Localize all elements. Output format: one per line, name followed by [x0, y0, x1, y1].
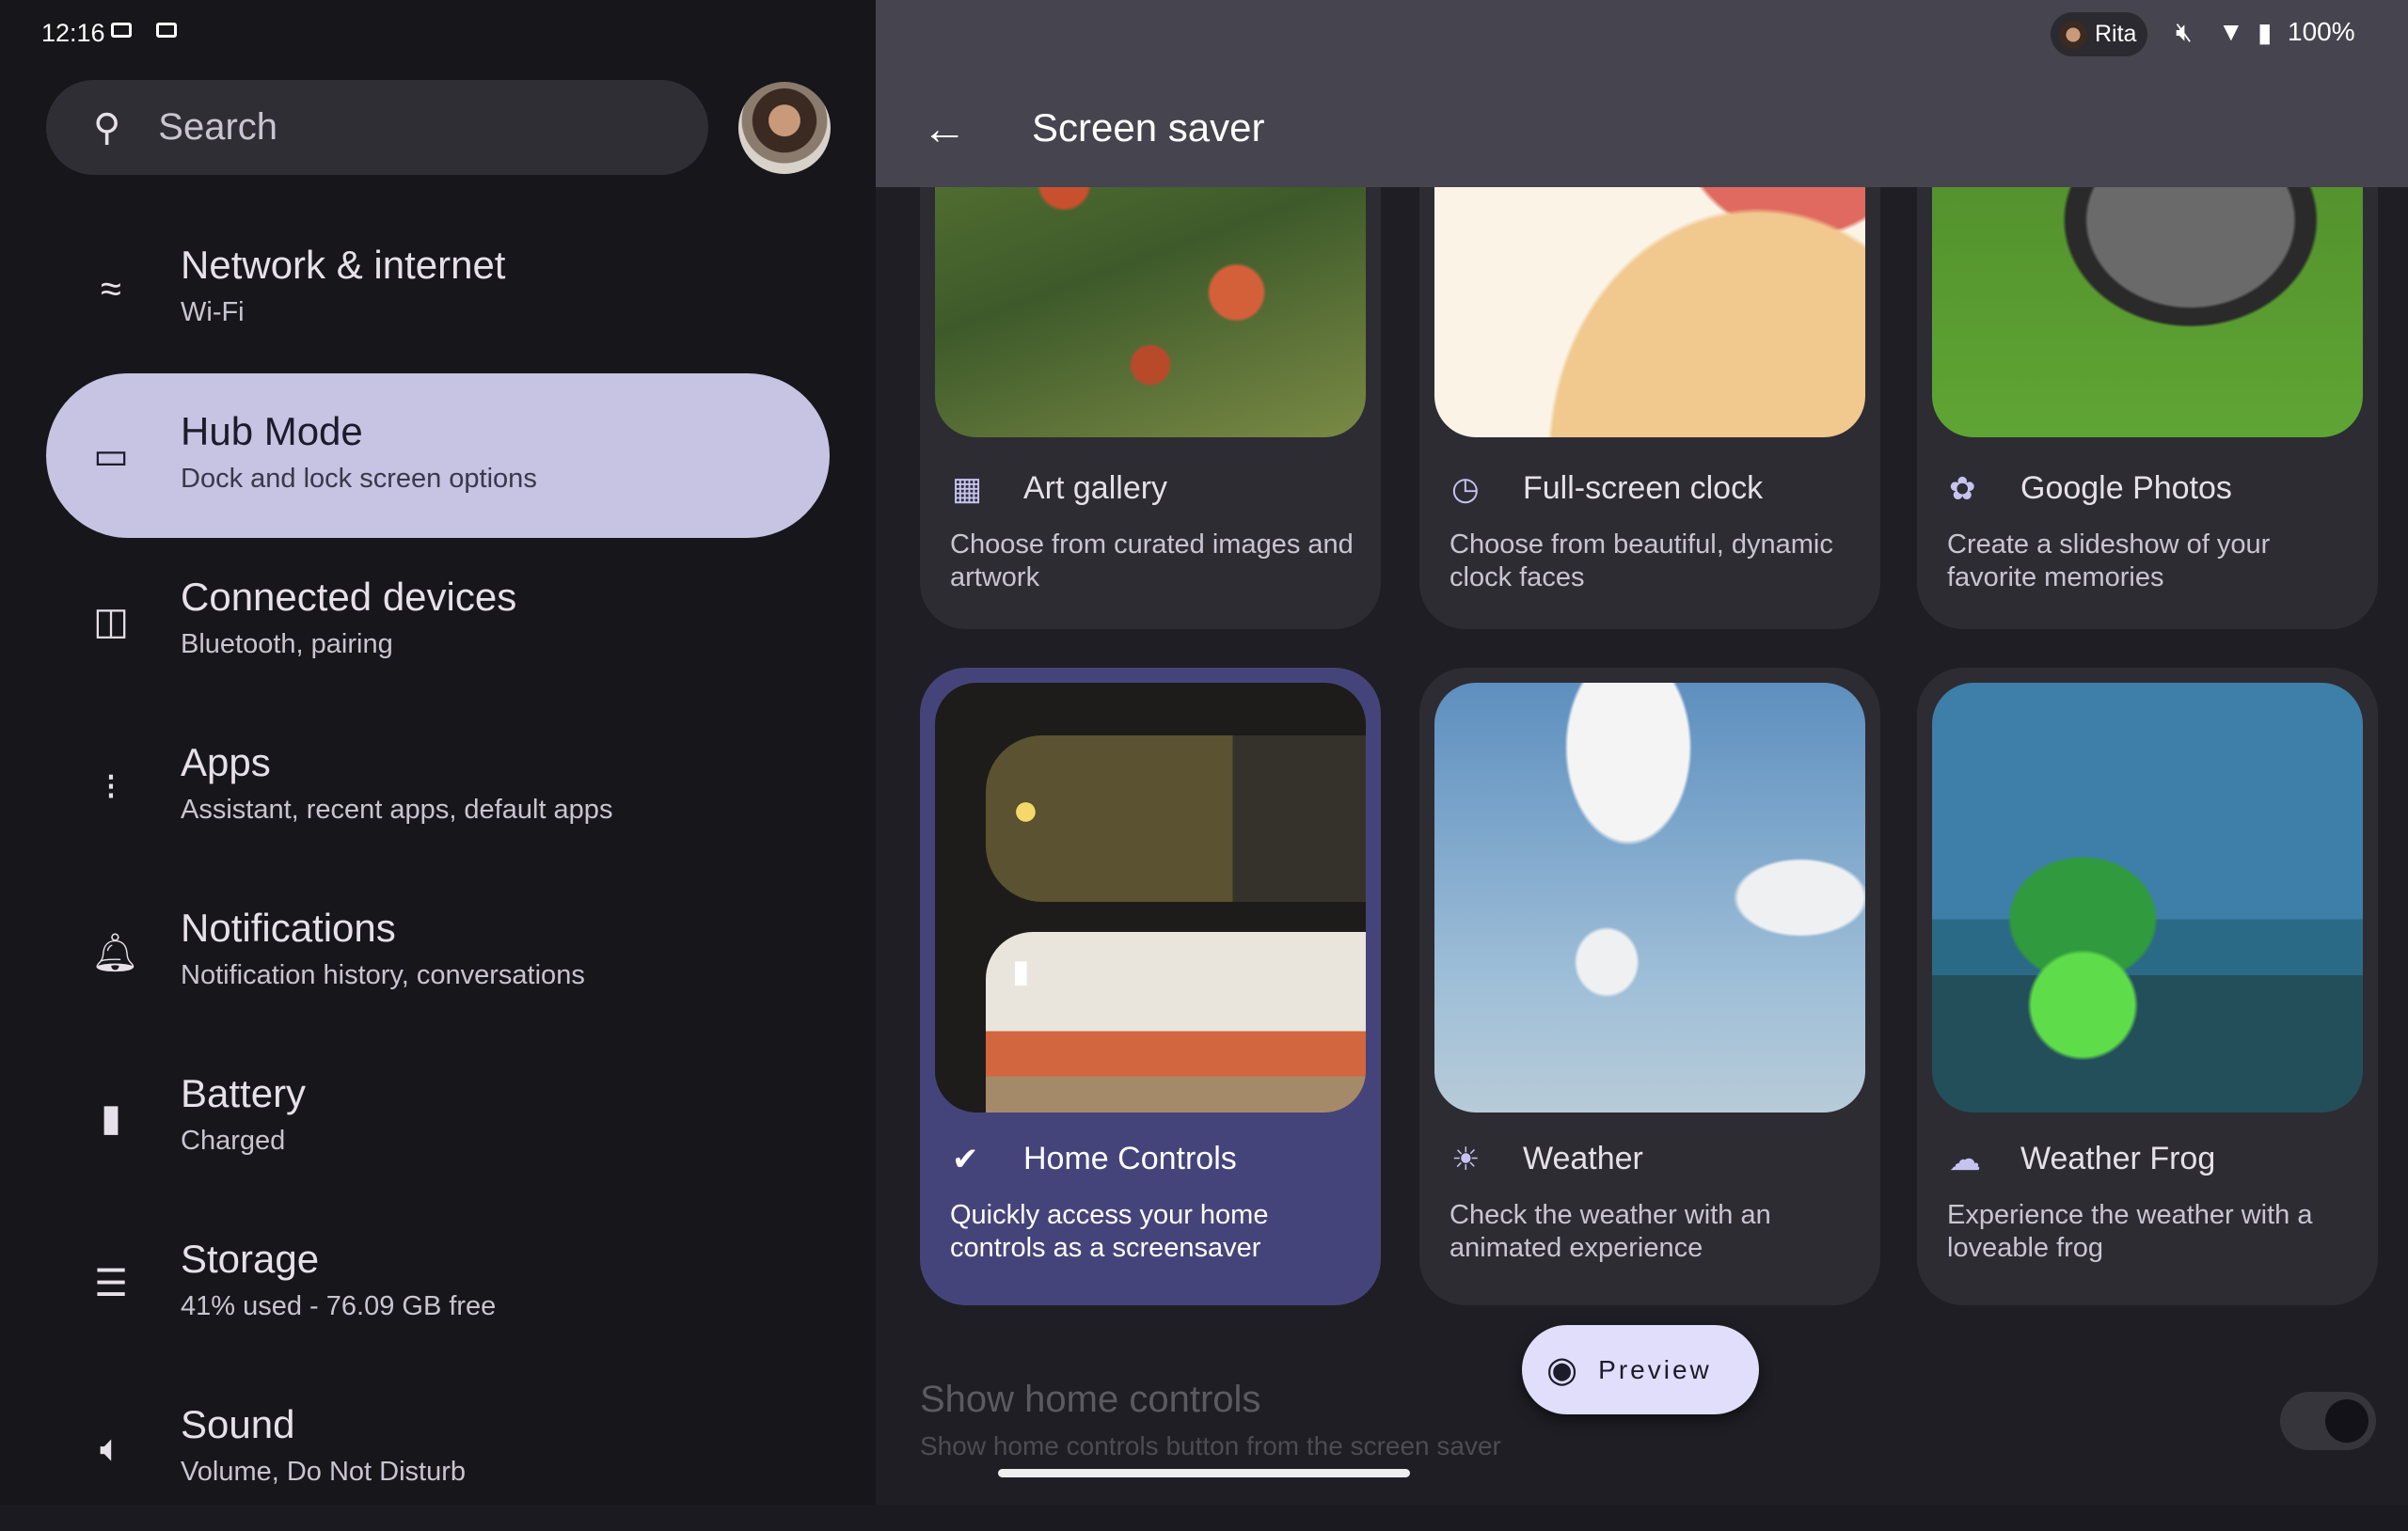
- item-sub: Charged: [181, 1126, 286, 1156]
- wifi-icon: ≈: [101, 268, 121, 309]
- devices-icon: ◫: [93, 600, 129, 642]
- video-icon: [111, 23, 132, 38]
- sidebar-item-notifications[interactable]: 🔔︎ Notifications Notification history, con…: [46, 870, 830, 1034]
- show-home-controls-title: Show home controls: [920, 1379, 1261, 1420]
- sidebar-item-sound[interactable]: 🔈︎ Sound Volume, Do Not Disturb: [46, 1366, 830, 1531]
- toggle-thumb: [2325, 1399, 2368, 1443]
- bell-icon: 🔔︎: [91, 932, 139, 973]
- gesture-handle[interactable]: [998, 1469, 1410, 1477]
- cloud-rain-icon: ☁: [1949, 1142, 1981, 1177]
- sidebar-item-hub-mode[interactable]: ▭ Hub Mode Dock and lock screen options: [46, 373, 830, 538]
- sidebar-item-storage[interactable]: ☰ Storage 41% used - 76.09 GB free: [46, 1201, 830, 1365]
- user-chip[interactable]: Rita: [2051, 12, 2147, 56]
- item-sub: 41% used - 76.09 GB free: [181, 1291, 497, 1321]
- eye-icon: ◉: [1546, 1350, 1578, 1390]
- item-sub: Volume, Do Not Disturb: [181, 1457, 467, 1487]
- item-label: Notifications: [181, 906, 396, 950]
- search-placeholder: Search: [158, 106, 278, 148]
- avatar[interactable]: [738, 82, 831, 174]
- search-icon: ⚲: [93, 106, 121, 149]
- option-full-screen-clock[interactable]: ◷ Full-screen clock Choose from beautifu…: [1419, 132, 1880, 629]
- option-title: Google Photos: [2020, 470, 2232, 506]
- sidebar-item-connected-devices[interactable]: ◫ Connected devices Bluetooth, pairing: [46, 539, 830, 703]
- back-arrow-icon[interactable]: ←: [922, 103, 967, 155]
- option-desc: Create a slideshow of your favorite memo…: [1947, 529, 2271, 592]
- wifi-icon: ▼: [2218, 17, 2244, 46]
- item-label: Apps: [181, 740, 271, 784]
- battery-icon: ▮: [100, 1097, 121, 1139]
- preview-label: Preview: [1598, 1354, 1712, 1384]
- option-title: Art gallery: [1023, 470, 1168, 506]
- battery-saver-icon: ▮: [2258, 18, 2273, 47]
- hub-icon: ▭: [93, 434, 129, 477]
- video-icon: [156, 23, 177, 38]
- preview-button[interactable]: ◉ Preview: [1522, 1325, 1759, 1414]
- clock-icon: ◷: [1451, 471, 1480, 507]
- option-art-gallery[interactable]: ▦ Art gallery Choose from curated images…: [920, 132, 1381, 629]
- option-desc: Quickly access your home controls as a s…: [950, 1200, 1269, 1263]
- item-label: Hub Mode: [181, 409, 363, 453]
- mute-icon: 🔇︎: [2176, 17, 2193, 46]
- user-avatar: [2059, 20, 2087, 49]
- search-input[interactable]: ⚲ Search: [46, 80, 708, 175]
- user-name: Rita: [2095, 21, 2137, 47]
- pinwheel-icon: ✿: [1949, 471, 1976, 507]
- item-label: Battery: [181, 1071, 307, 1115]
- camera-icon: ▮: [1012, 954, 1030, 989]
- option-title: Full-screen clock: [1523, 470, 1764, 506]
- option-desc: Choose from beautiful, dynamic clock fac…: [1450, 529, 1833, 592]
- option-title: Weather Frog: [2020, 1141, 2216, 1176]
- sidebar-item-battery[interactable]: ▮ Battery Charged: [46, 1035, 830, 1200]
- sidebar-item-network[interactable]: ≈ Network & internet Wi-Fi: [46, 207, 830, 371]
- item-sub: Notification history, conversations: [181, 960, 585, 990]
- sidebar-item-apps[interactable]: ⁝ Apps Assistant, recent apps, default app…: [46, 704, 830, 869]
- storage-icon: ☰: [94, 1262, 128, 1304]
- volume-icon: 🔈︎: [100, 1428, 122, 1469]
- option-desc: Experience the weather with a loveable f…: [1947, 1200, 2313, 1263]
- option-home-controls[interactable]: ● ▮ ✔ Home Controls Quickly access your …: [920, 668, 1381, 1305]
- option-title: Home Controls: [1023, 1141, 1237, 1176]
- weather-frog-thumbnail: [1932, 683, 2363, 1113]
- apps-grid-icon: ⁝: [104, 766, 118, 808]
- header-edge: [876, 187, 2408, 188]
- item-label: Connected devices: [181, 575, 517, 619]
- sun-icon: ☀: [1451, 1142, 1481, 1177]
- gallery-icon: ▦: [952, 471, 983, 507]
- page-title: Screen saver: [1032, 105, 1265, 150]
- show-home-controls-desc: Show home controls button from the scree…: [920, 1431, 1501, 1460]
- home-controls-thumbnail: ● ▮: [935, 683, 1366, 1113]
- option-weather-frog[interactable]: ☁ Weather Frog Experience the weather wi…: [1917, 668, 2378, 1305]
- weather-thumbnail: [1434, 683, 1865, 1113]
- lightbulb-icon: ●: [1012, 785, 1039, 835]
- item-sub: Dock and lock screen options: [181, 464, 537, 494]
- camera-tile: ▮: [986, 932, 1366, 1113]
- item-sub: Bluetooth, pairing: [181, 629, 393, 659]
- item-sub: Assistant, recent apps, default apps: [181, 795, 613, 825]
- option-weather[interactable]: ☀ Weather Check the weather with an anim…: [1419, 668, 1880, 1305]
- item-sub: Wi-Fi: [181, 297, 245, 327]
- option-google-photos[interactable]: ✿ Google Photos Create a slideshow of yo…: [1917, 132, 2378, 629]
- option-desc: Check the weather with an animated exper…: [1450, 1200, 1771, 1263]
- item-label: Sound: [181, 1402, 295, 1446]
- light-tile: ●: [986, 735, 1366, 902]
- item-label: Network & internet: [181, 243, 506, 287]
- check-circle-icon: ✔: [952, 1142, 979, 1177]
- show-home-controls-toggle[interactable]: [2280, 1392, 2376, 1450]
- option-title: Weather: [1523, 1141, 1643, 1176]
- battery-percent: 100%: [2288, 17, 2355, 46]
- item-label: Storage: [181, 1237, 320, 1281]
- option-desc: Choose from curated images and artwork: [950, 529, 1354, 592]
- clock: 12:16: [41, 19, 105, 47]
